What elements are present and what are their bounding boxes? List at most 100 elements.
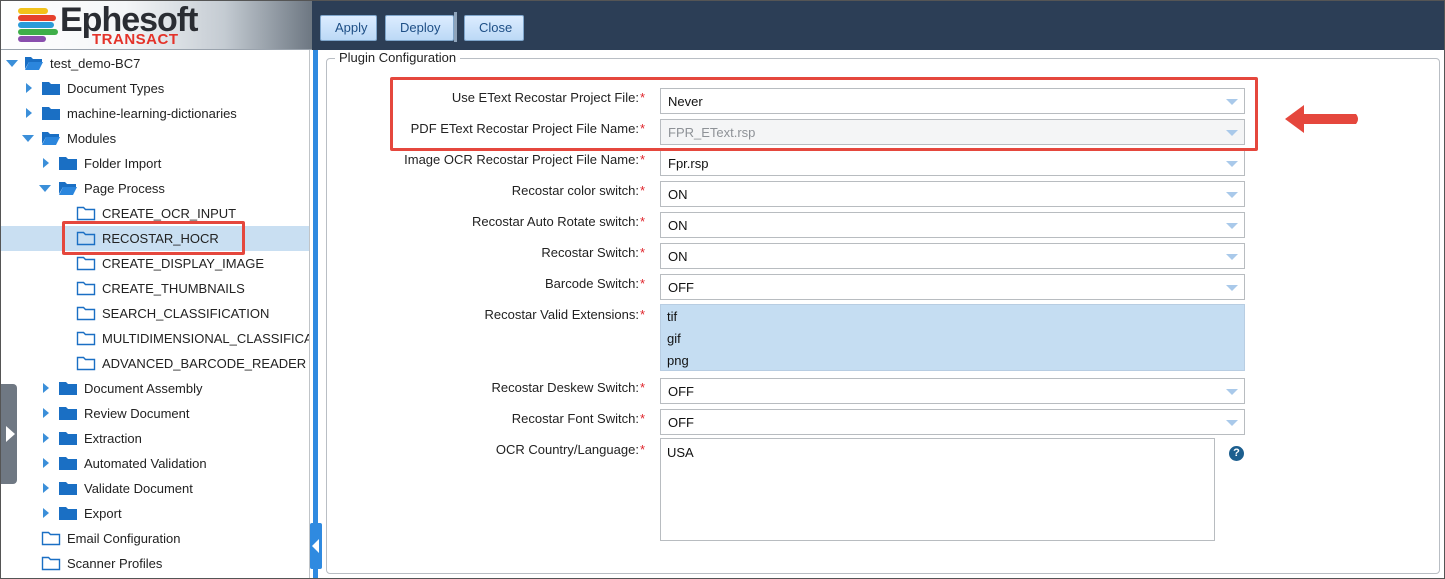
tree-selection-highlight bbox=[62, 221, 245, 255]
tree-label-email-configuration: Email Configuration bbox=[67, 531, 181, 546]
sidebar-expand-handle[interactable] bbox=[0, 384, 17, 484]
panel-splitter[interactable] bbox=[310, 50, 324, 579]
field-label: Recostar Auto Rotate switch:* bbox=[472, 214, 645, 229]
tree-label-scanner-profiles: Scanner Profiles bbox=[67, 556, 163, 571]
deskew-switch-select[interactable]: OFF bbox=[660, 378, 1245, 404]
close-button[interactable]: Close bbox=[464, 15, 524, 41]
tree-node-plugin[interactable]: CREATE_THUMBNAILS bbox=[0, 276, 309, 301]
expand-right-icon[interactable] bbox=[43, 458, 49, 468]
expand-right-icon[interactable] bbox=[43, 433, 49, 443]
splitter-line bbox=[313, 50, 318, 579]
tree-label-modules: Modules bbox=[67, 131, 117, 146]
expand-down-icon[interactable] bbox=[6, 60, 18, 67]
field-label: OCR Country/Language:* bbox=[495, 442, 645, 457]
batch-class-tree: test_demo-BC7 Document Types machine-lea… bbox=[0, 50, 310, 579]
tree-node-modules[interactable]: Modules bbox=[0, 126, 309, 151]
tree-label-automated-validation: Automated Validation bbox=[84, 456, 207, 471]
expand-down-icon[interactable] bbox=[22, 135, 34, 142]
tree-label-ml-dictionaries: machine-learning-dictionaries bbox=[67, 106, 237, 121]
tree-node-ml-dictionaries[interactable]: machine-learning-dictionaries bbox=[0, 101, 309, 126]
tree-label-document-assembly: Document Assembly bbox=[84, 381, 203, 396]
apply-button[interactable]: Apply bbox=[320, 15, 377, 41]
folder-outline-icon bbox=[76, 356, 96, 371]
tree-node-plugin[interactable]: MULTIDIMENSIONAL_CLASSIFICATION bbox=[0, 326, 309, 351]
tree-label-validate-document: Validate Document bbox=[84, 481, 193, 496]
tree-label-plugin: CREATE_DISPLAY_IMAGE bbox=[102, 256, 265, 271]
folder-outline-icon bbox=[76, 331, 96, 346]
folder-outline-icon bbox=[76, 281, 96, 296]
folder-icon bbox=[59, 382, 77, 395]
folder-outline-icon bbox=[41, 531, 61, 546]
tree-label-root: test_demo-BC7 bbox=[50, 56, 141, 71]
ocr-language-textarea[interactable]: USA bbox=[660, 438, 1215, 541]
folder-icon bbox=[59, 507, 77, 520]
chevron-down-icon bbox=[1226, 389, 1238, 395]
plugin-config-legend: Plugin Configuration bbox=[335, 50, 461, 65]
folder-outline-icon bbox=[76, 306, 96, 321]
tree-label-extraction: Extraction bbox=[84, 431, 142, 446]
expand-right-icon[interactable] bbox=[43, 508, 49, 518]
auto-rotate-select[interactable]: ON bbox=[660, 212, 1245, 238]
tree-label-document-types: Document Types bbox=[67, 81, 165, 96]
folder-open-icon bbox=[25, 57, 43, 70]
barcode-switch-select[interactable]: OFF bbox=[660, 274, 1245, 300]
tree-node-document-types[interactable]: Document Types bbox=[0, 76, 309, 101]
expand-right-icon[interactable] bbox=[43, 383, 49, 393]
folder-icon bbox=[42, 82, 60, 95]
app-logo: Ephesoft TRANSACT bbox=[0, 0, 312, 50]
fields-callout-highlight bbox=[390, 77, 1258, 151]
chevron-down-icon bbox=[1226, 420, 1238, 426]
chevron-down-icon bbox=[1226, 285, 1238, 291]
tree-node-document-assembly[interactable]: Document Assembly bbox=[0, 376, 309, 401]
tree-node-export[interactable]: Export bbox=[0, 501, 309, 526]
image-ocr-file-select[interactable]: Fpr.rsp bbox=[660, 150, 1245, 176]
expand-right-icon[interactable] bbox=[43, 408, 49, 418]
list-option[interactable]: gif bbox=[667, 331, 681, 346]
expand-right-icon[interactable] bbox=[43, 158, 49, 168]
folder-open-icon bbox=[59, 182, 77, 195]
tree-label-page-process: Page Process bbox=[84, 181, 165, 196]
tree-node-automated-validation[interactable]: Automated Validation bbox=[0, 451, 309, 476]
expand-right-icon[interactable] bbox=[26, 83, 32, 93]
font-switch-select[interactable]: OFF bbox=[660, 409, 1245, 435]
chevron-down-icon bbox=[1226, 254, 1238, 260]
tree-node-root[interactable]: test_demo-BC7 bbox=[0, 51, 309, 76]
folder-open-icon bbox=[42, 132, 60, 145]
valid-extensions-list[interactable]: tif gif png bbox=[660, 304, 1245, 371]
brand-product: TRANSACT bbox=[92, 31, 179, 48]
collapse-left-icon[interactable] bbox=[310, 523, 322, 569]
list-option[interactable]: tif bbox=[667, 309, 677, 324]
tree-label-review-document: Review Document bbox=[84, 406, 190, 421]
deploy-button[interactable]: Deploy bbox=[385, 15, 454, 41]
tree-label-plugin: SEARCH_CLASSIFICATION bbox=[102, 306, 270, 321]
field-label: Recostar color switch:* bbox=[511, 183, 645, 198]
tree-node-validate-document[interactable]: Validate Document bbox=[0, 476, 309, 501]
field-label: Recostar Deskew Switch:* bbox=[491, 380, 645, 395]
field-label: Recostar Valid Extensions:* bbox=[484, 307, 645, 322]
tree-node-plugin[interactable]: SEARCH_CLASSIFICATION bbox=[0, 301, 309, 326]
folder-outline-icon bbox=[41, 556, 61, 571]
folder-icon bbox=[59, 432, 77, 445]
expand-down-icon[interactable] bbox=[39, 185, 51, 192]
tree-node-review-document[interactable]: Review Document bbox=[0, 401, 309, 426]
tree-node-folder-import[interactable]: Folder Import bbox=[0, 151, 309, 176]
folder-icon bbox=[59, 407, 77, 420]
recostar-switch-select[interactable]: ON bbox=[660, 243, 1245, 269]
field-label: Recostar Font Switch:* bbox=[511, 411, 645, 426]
help-icon[interactable]: ? bbox=[1229, 446, 1244, 461]
tree-node-email-configuration[interactable]: Email Configuration bbox=[0, 526, 309, 551]
tree-node-scanner-profiles[interactable]: Scanner Profiles bbox=[0, 551, 309, 576]
arrow-left-icon bbox=[1285, 105, 1358, 133]
tree-node-page-process[interactable]: Page Process bbox=[0, 176, 309, 201]
list-option[interactable]: png bbox=[667, 353, 689, 368]
tree-node-extraction[interactable]: Extraction bbox=[0, 426, 309, 451]
folder-outline-icon bbox=[76, 256, 96, 271]
chevron-down-icon bbox=[1226, 192, 1238, 198]
tree-node-plugin[interactable]: ADVANCED_BARCODE_READER bbox=[0, 351, 309, 376]
expand-right-icon[interactable] bbox=[43, 483, 49, 493]
field-label: Image OCR Recostar Project File Name:* bbox=[404, 152, 645, 167]
expand-right-icon[interactable] bbox=[26, 108, 32, 118]
chevron-down-icon bbox=[1226, 161, 1238, 167]
folder-outline-icon bbox=[76, 206, 96, 221]
color-switch-select[interactable]: ON bbox=[660, 181, 1245, 207]
